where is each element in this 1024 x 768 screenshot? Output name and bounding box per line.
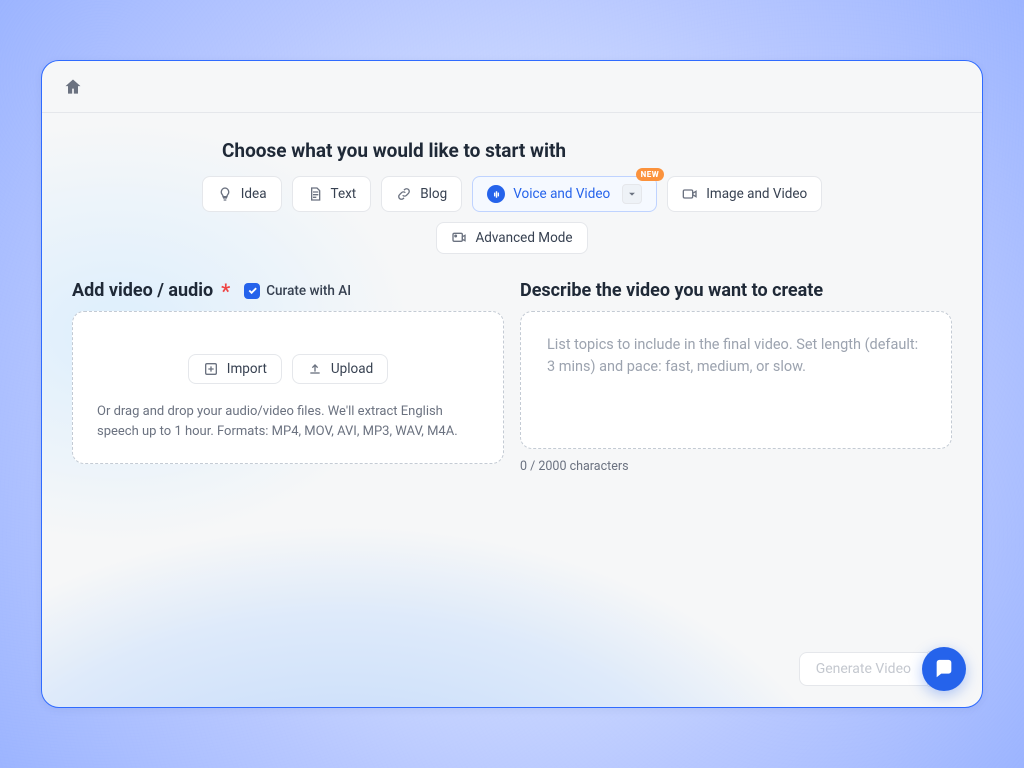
- char-count: 0 / 2000 characters: [520, 459, 952, 474]
- document-icon: [307, 186, 323, 202]
- left-panel: Add video / audio * Curate with AI: [72, 280, 504, 474]
- chip-idea[interactable]: Idea: [202, 176, 282, 212]
- description-textarea[interactable]: List topics to include in the final vide…: [520, 311, 952, 449]
- home-icon: [63, 77, 83, 97]
- top-bar: [42, 61, 982, 113]
- home-button[interactable]: [62, 76, 84, 98]
- upload-button-row: Import Upload: [97, 354, 479, 384]
- image-video-icon: [682, 186, 698, 202]
- import-button-label: Import: [227, 361, 267, 377]
- choose-heading: Choose what you would like to start with: [222, 139, 952, 162]
- voice-wave-icon: [491, 189, 502, 200]
- left-panel-title: Add video / audio: [72, 280, 213, 301]
- chip-advanced-mode-label: Advanced Mode: [475, 230, 572, 246]
- generate-video-label: Generate Video: [816, 661, 911, 677]
- voice-icon-circle: [487, 185, 505, 203]
- chip-blog[interactable]: Blog: [381, 176, 462, 212]
- upload-button[interactable]: Upload: [292, 354, 388, 384]
- new-badge: NEW: [636, 168, 665, 181]
- lightbulb-icon: [217, 186, 233, 202]
- upload-dropzone[interactable]: Import Upload Or drag and drop your audi…: [72, 311, 504, 464]
- chip-text-label: Text: [331, 186, 357, 202]
- import-icon: [203, 361, 219, 377]
- required-star: *: [221, 281, 230, 301]
- chip-image-video-label: Image and Video: [706, 186, 807, 202]
- generate-video-button[interactable]: Generate Video: [799, 652, 928, 686]
- advanced-icon: [451, 230, 467, 246]
- app-frame: Choose what you would like to start with…: [41, 60, 983, 708]
- chip-blog-label: Blog: [420, 186, 447, 202]
- chevron-down-icon: [627, 189, 637, 199]
- panels-row: Add video / audio * Curate with AI: [72, 280, 952, 474]
- upload-help-text: Or drag and drop your audio/video files.…: [97, 402, 479, 441]
- curate-checkbox[interactable]: Curate with AI: [244, 283, 351, 299]
- curate-label: Curate with AI: [266, 283, 351, 299]
- checkbox-checked-icon: [244, 283, 260, 299]
- chip-text[interactable]: Text: [292, 176, 372, 212]
- link-icon: [396, 186, 412, 202]
- chip-voice-video[interactable]: Voice and Video NEW: [472, 176, 657, 212]
- main-content: Choose what you would like to start with…: [42, 113, 982, 474]
- start-option-row-1: Idea Text Blog Voice and Video: [72, 176, 952, 212]
- start-option-row-2: Advanced Mode: [72, 222, 952, 254]
- description-placeholder: List topics to include in the final vide…: [547, 334, 925, 379]
- chat-icon: [933, 658, 955, 680]
- right-panel-title: Describe the video you want to create: [520, 280, 952, 301]
- right-panel: Describe the video you want to create Li…: [520, 280, 952, 474]
- chip-voice-video-label: Voice and Video: [513, 186, 610, 202]
- import-button[interactable]: Import: [188, 354, 282, 384]
- upload-icon: [307, 361, 323, 377]
- chip-idea-label: Idea: [241, 186, 267, 202]
- chip-voice-video-dropdown[interactable]: [622, 184, 642, 204]
- chip-advanced-mode[interactable]: Advanced Mode: [436, 222, 587, 254]
- chip-image-video[interactable]: Image and Video: [667, 176, 822, 212]
- upload-button-label: Upload: [331, 361, 373, 377]
- left-panel-title-row: Add video / audio * Curate with AI: [72, 280, 504, 301]
- chat-fab[interactable]: [922, 647, 966, 691]
